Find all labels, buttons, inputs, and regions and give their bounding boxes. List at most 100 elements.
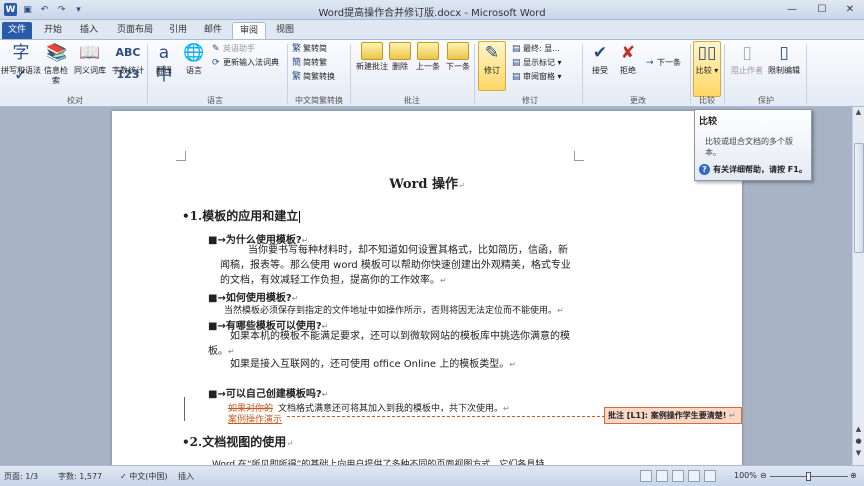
scroll-up-icon[interactable]: ▲ [853,108,864,118]
compare-documents-icon: ▯▯ [697,43,717,63]
minimize-icon[interactable]: — [776,0,808,18]
group-label-compare: 比较 [699,96,715,105]
group-label-changes: 更改 [630,96,646,105]
show-markup-icon: ▤ [512,58,521,68]
tab-file[interactable]: 文件 [2,22,32,39]
tab-review[interactable]: 审阅 [232,22,266,39]
word-count[interactable]: 字数: 1,577 [58,471,102,482]
delete-comment-icon [389,42,411,60]
reject-change-button[interactable]: ✘ 拒绝 [614,42,642,76]
tooltip-title: 比较 [699,117,718,127]
group-label-comments: 批注 [404,96,420,105]
previous-page-icon[interactable]: ▲ [853,425,864,435]
reviewing-pane-icon: ▤ [512,72,521,82]
delete-comment-button[interactable]: 删除 [388,42,412,72]
chinese-convert-button[interactable]: 繁简繁转换 [292,71,335,83]
tab-home[interactable]: 开始 [38,22,68,39]
tab-references[interactable]: 引用 [164,22,192,39]
to-traditional-button[interactable]: 繁繁转简 [292,43,327,55]
group-label-protect: 保护 [758,96,774,105]
close-icon[interactable]: ✕ [834,0,864,18]
next-page-icon[interactable]: ▼ [853,449,864,459]
full-screen-view-icon[interactable] [656,470,668,482]
margin-corner-mark [574,151,584,161]
vertical-scrollbar[interactable]: ▲ ▲ ● ▼ [852,107,864,465]
question-heading: ■→可以自己创建模板吗?↵ [208,389,329,400]
block-authors-button[interactable]: ▯ 阻止作者 [728,42,766,76]
restrict-editing-button[interactable]: ▯ 限制编辑 [764,42,804,76]
tab-mailings[interactable]: 邮件 [198,22,228,39]
accept-change-button[interactable]: ✔ 接受 [586,42,614,76]
language-button[interactable]: 🌐 语言 [180,42,208,76]
zoom-slider-thumb[interactable] [806,472,811,481]
window-title: Word提高操作合并修订版.docx - Microsoft Word [318,8,546,19]
next-change-button[interactable]: → 下一条 [646,57,681,69]
reviewing-pane-button[interactable]: ▤ 审阅窗格 ▾ [512,71,562,83]
group-label-proofing: 校对 [67,96,83,105]
comment-connector [287,416,605,417]
english-assistant-icon: ✎ [212,44,220,54]
tooltip-help: ? 有关详细帮助，请按 F1。 [699,164,807,175]
spelling-icon: 字✓ [12,43,30,85]
traditional-icon: 繁 [292,44,302,54]
paragraph: 当然模板必须保存到指定的文件地址中如操作所示，否则将因无法定位而不能使用。↵ [224,306,564,316]
language-icon: 🌐 [183,43,205,63]
draft-view-icon[interactable] [704,470,716,482]
paragraph: 文档格式满意还可将其加入到我的模板中，共下次使用。↵ [278,404,510,414]
new-comment-button[interactable]: 新建批注 [354,42,390,72]
ribbon-separator [806,44,807,104]
track-changes-button[interactable]: ✎ 修订 [478,41,506,91]
insert-mode[interactable]: 插入 [178,471,194,482]
simplified-icon: 簡 [292,58,302,68]
group-label-language: 语言 [207,96,223,105]
web-layout-view-icon[interactable] [672,470,684,482]
paragraph: 如果是接入互联网的，还可使用 office Online 上的模板类型。↵ [230,359,516,370]
next-comment-button[interactable]: 下一条 [444,42,472,72]
ribbon-separator [690,44,691,104]
research-button[interactable]: 📚 信息检索 [44,42,68,86]
update-ime-dictionary-button[interactable]: ⟳ 更新输入法词典 [212,57,279,69]
inserted-text: 案例操作演示 [228,415,283,425]
proofing-status-icon: ✓ [120,472,127,481]
thesaurus-button[interactable]: 📖 同义词库 [72,42,108,76]
reject-x-icon: ✘ [620,43,636,63]
zoom-out-icon[interactable]: ⊖ [760,471,767,480]
update-ime-icon: ⟳ [212,58,220,68]
page-count[interactable]: 页面: 1/3 [4,471,38,482]
question-heading: ■→如何使用模板?↵ [208,293,299,304]
outline-view-icon[interactable] [688,470,700,482]
zoom-in-icon[interactable]: ⊕ [850,471,857,480]
paragraph: 当你要书写每种材料时，却不知道如何设置其格式，比如简历，信函，新闻稿，报表等。那… [220,245,571,286]
browse-object-icon[interactable]: ● [853,437,864,447]
spelling-grammar-button[interactable]: 字✓ 拼写和语法 [0,42,42,85]
language-indicator[interactable]: ✓ 中文(中国) [120,471,168,482]
display-for-review-dropdown[interactable]: ▤ 最终: 显... [512,43,560,55]
tab-insert[interactable]: 插入 [74,22,104,39]
scrollbar-thumb[interactable] [854,143,864,253]
show-markup-button[interactable]: ▤ 显示标记 ▾ [512,57,562,69]
title-bar: W ▣ ↶ ↷ ▾ Word提高操作合并修订版.docx - Microsoft… [0,0,864,20]
group-label-chinese: 中文简繁转换 [295,96,343,105]
help-icon: ? [699,164,710,175]
margin-corner-mark [176,151,186,161]
new-comment-icon [361,42,383,60]
zoom-level[interactable]: 100% [734,471,757,480]
tab-page-layout[interactable]: 页面布局 [110,22,160,39]
track-changes-icon: ✎ [484,43,500,63]
previous-comment-button[interactable]: 上一条 [414,42,442,72]
ribbon-separator [724,44,725,104]
translate-button[interactable]: a中 翻译 [150,42,178,85]
next-comment-icon [447,42,469,60]
comment-balloon[interactable]: 批注 [L1]: 案例操作学生要清楚! ↵ [604,407,742,424]
word-count-button[interactable]: ABC 123 字数统计 [108,42,148,81]
ribbon-separator [474,44,475,104]
print-layout-view-icon[interactable] [640,470,652,482]
next-change-icon: → [646,58,654,68]
status-bar: 页面: 1/3 字数: 1,577 ✓ 中文(中国) 插入 100% ⊖ ⊕ [0,465,864,486]
restrict-editing-icon: ▯ [779,43,789,63]
compare-button[interactable]: ▯▯ 比较 ▾ [693,42,721,76]
english-assistant-button[interactable]: ✎ 英语助手 [212,43,255,55]
research-book-icon: 📚 [46,43,68,63]
tab-view[interactable]: 视图 [270,22,300,39]
to-simplified-button[interactable]: 簡简转繁 [292,57,327,69]
